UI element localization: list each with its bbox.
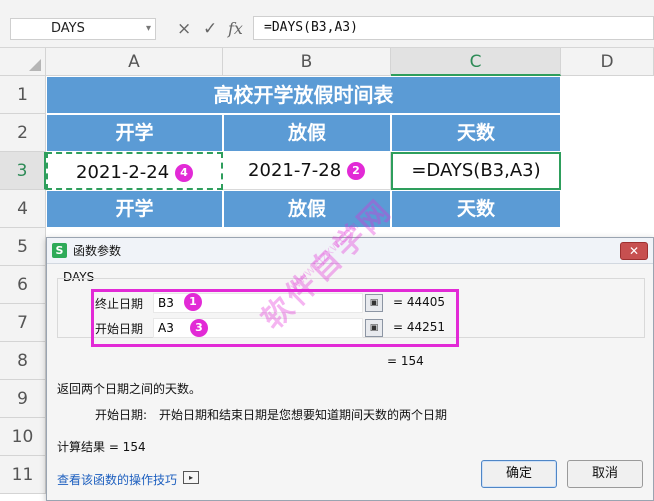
row-header-9[interactable]: 9	[0, 380, 46, 418]
name-box-value: DAYS	[51, 21, 85, 36]
row-header-11[interactable]: 11	[0, 456, 46, 494]
column-header-c[interactable]: C	[391, 48, 561, 76]
calc-result: 计算结果 = 154	[57, 440, 146, 454]
close-icon[interactable]: ✕	[620, 242, 648, 260]
select-all-corner[interactable]	[0, 48, 46, 76]
formula-input[interactable]: =DAYS(B3,A3)	[253, 16, 654, 40]
name-box[interactable]: DAYS ▾	[10, 18, 156, 40]
badge-2: 2	[346, 162, 365, 180]
row-header-6[interactable]: 6	[0, 266, 46, 304]
cell-b3[interactable]: 2021-7-28 2	[223, 152, 391, 190]
row-header-7[interactable]: 7	[0, 304, 46, 342]
function-description: 返回两个日期之间的天数。	[57, 382, 202, 396]
row4-cell-start[interactable]: 开学	[46, 190, 223, 228]
cancel-icon[interactable]: ×	[177, 18, 191, 40]
chevron-down-icon[interactable]: ▾	[146, 19, 151, 39]
arg-help-label: 开始日期:	[95, 408, 148, 422]
column-header-a[interactable]: A	[46, 48, 223, 76]
cell-c3[interactable]: =DAYS(B3,A3)	[391, 152, 561, 190]
row-header-1[interactable]: 1	[0, 76, 46, 114]
video-icon[interactable]: ▸	[183, 471, 199, 484]
row-header-10[interactable]: 10	[0, 418, 46, 456]
cancel-button[interactable]: 取消	[567, 460, 643, 488]
ok-button[interactable]: 确定	[481, 460, 557, 488]
header-cell-vacation[interactable]: 放假	[223, 114, 391, 152]
fx-icon[interactable]: fx	[228, 18, 243, 40]
badge-4: 4	[174, 164, 193, 182]
column-header-b[interactable]: B	[223, 48, 391, 76]
help-link[interactable]: 查看该函数的操作技巧	[57, 471, 177, 488]
confirm-icon[interactable]: ✓	[203, 18, 217, 40]
row4-cell-days[interactable]: 天数	[391, 190, 561, 228]
cell-a3[interactable]: 2021-2-24 4	[46, 152, 223, 190]
cell-a3-value: 2021-2-24	[76, 162, 170, 183]
function-arguments-dialog: S 函数参数 ✕ DAYS 终止日期 B3 1 ▣ = 44405 开始日期 A…	[46, 237, 654, 501]
header-cell-start[interactable]: 开学	[46, 114, 223, 152]
row-header-5[interactable]: 5	[0, 228, 46, 266]
wps-logo-icon: S	[52, 243, 67, 258]
column-header-d[interactable]: D	[561, 48, 654, 76]
row-header-4[interactable]: 4	[0, 190, 46, 228]
header-cell-days[interactable]: 天数	[391, 114, 561, 152]
cell-b3-value: 2021-7-28	[248, 160, 342, 181]
formula-result: = 154	[387, 354, 424, 368]
dialog-title: 函数参数	[73, 244, 122, 258]
arg-help-text: 开始日期和结束日期是您想要知道期间天数的两个日期	[159, 408, 448, 422]
row-header-3[interactable]: 3	[0, 152, 46, 190]
row-header-2[interactable]: 2	[0, 114, 46, 152]
sheet-title-cell[interactable]: 高校开学放假时间表	[46, 76, 561, 114]
row-header-8[interactable]: 8	[0, 342, 46, 380]
